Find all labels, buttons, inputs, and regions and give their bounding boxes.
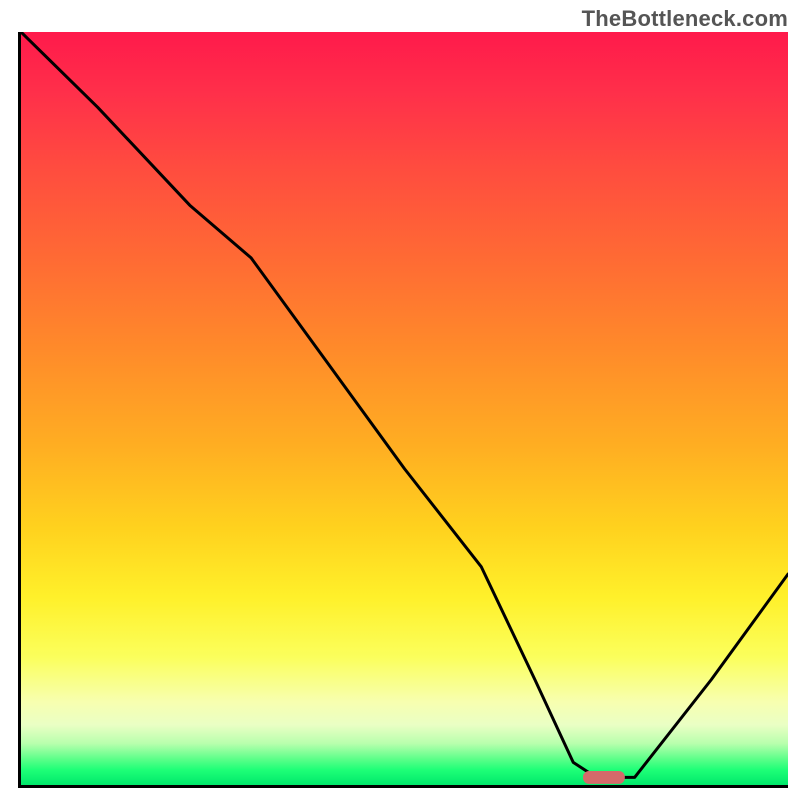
bottleneck-curve <box>21 32 788 777</box>
chart-container: TheBottleneck.com <box>0 0 800 800</box>
watermark-text: TheBottleneck.com <box>582 6 788 32</box>
optimal-marker <box>583 771 625 784</box>
curve-layer <box>21 32 788 785</box>
plot-area <box>18 32 788 788</box>
